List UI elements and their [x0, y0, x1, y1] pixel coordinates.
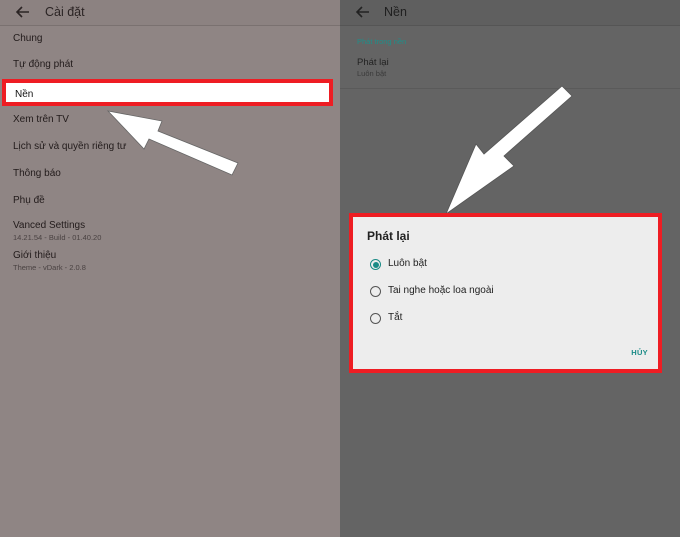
menu-item-label: Tự động phát: [13, 59, 74, 70]
preference-title: Phát lại: [357, 57, 389, 68]
preference-value: Luôn bật: [357, 69, 387, 78]
playback-preference[interactable]: Phát lại Luôn bật: [340, 52, 680, 89]
option-luon-bat[interactable]: Luôn bật: [370, 256, 640, 274]
menu-item-gioi-thieu[interactable]: Giới thiệu Theme - vDark - 2.0.8: [0, 244, 340, 274]
playback-dialog: Phát lại Luôn bật Tai nghe hoặc loa ngoà…: [349, 213, 662, 373]
option-label: Luôn bật: [388, 258, 427, 269]
option-tai-nghe[interactable]: Tai nghe hoặc loa ngoài: [370, 283, 640, 301]
menu-item-phu-de[interactable]: Phụ đề: [0, 189, 340, 215]
option-label: Tai nghe hoặc loa ngoài: [388, 285, 494, 296]
back-arrow-icon[interactable]: [353, 4, 371, 20]
page-title: Cài đặt: [45, 5, 85, 19]
menu-item-label: Xem trên TV: [13, 114, 69, 125]
menu-item-sublabel: Theme - vDark - 2.0.8: [13, 263, 86, 272]
menu-item-label: Thông báo: [13, 168, 61, 179]
menu-item-xem-tren-tv[interactable]: Xem trên TV: [0, 108, 340, 134]
menu-item-nen[interactable]: Nền: [2, 79, 333, 106]
menu-item-label: Vanced Settings: [13, 220, 86, 231]
pointer-arrow-icon: [445, 85, 573, 216]
menu-item-lich-su[interactable]: Lịch sử và quyền riêng tư: [0, 135, 340, 161]
dialog-title: Phát lại: [367, 229, 410, 243]
settings-screen: Cài đặt Chung Tự động phát Nền Xem trên …: [0, 0, 340, 537]
section-header: Phát trong nền: [357, 37, 407, 46]
option-label: Tắt: [388, 312, 403, 323]
cancel-button[interactable]: HỦY: [631, 348, 648, 357]
settings-app-bar: Cài đặt: [0, 0, 340, 26]
radio-unchecked-icon[interactable]: [370, 313, 381, 324]
menu-item-vanced-settings[interactable]: Vanced Settings 14.21.54 - Build - 01.40…: [0, 214, 340, 244]
menu-item-thong-bao[interactable]: Thông báo: [0, 162, 340, 188]
menu-item-tu-dong-phat[interactable]: Tự động phát: [0, 53, 340, 79]
menu-item-label: Chung: [13, 33, 43, 44]
menu-item-chung[interactable]: Chung: [0, 27, 340, 53]
menu-item-label: Phụ đề: [13, 195, 45, 206]
option-tat[interactable]: Tắt: [370, 310, 640, 328]
radio-unchecked-icon[interactable]: [370, 286, 381, 297]
menu-item-label: Lịch sử và quyền riêng tư: [13, 141, 127, 152]
page-title: Nền: [384, 5, 407, 19]
menu-item-label: Nền: [15, 89, 34, 100]
background-settings-screen: Nền Phát trong nền Phát lại Luôn bật Phá…: [340, 0, 680, 537]
background-app-bar: Nền: [340, 0, 680, 26]
radio-checked-icon[interactable]: [370, 259, 381, 270]
menu-item-label: Giới thiệu: [13, 250, 57, 261]
menu-item-sublabel: 14.21.54 - Build - 01.40.20: [13, 233, 102, 242]
back-arrow-icon[interactable]: [13, 4, 31, 20]
